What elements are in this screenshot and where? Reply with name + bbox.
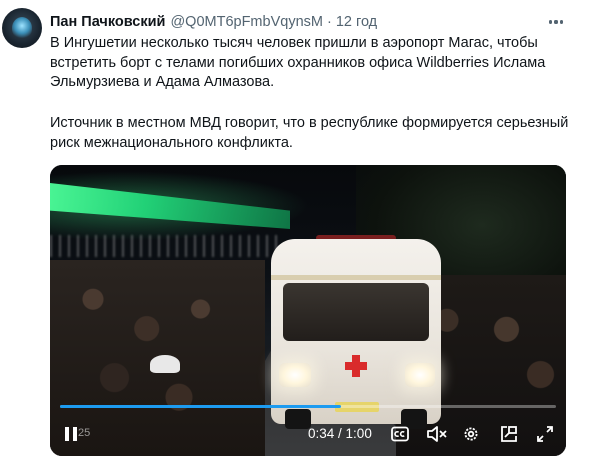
more-options-button[interactable] (545, 12, 567, 32)
fullscreen-icon (537, 426, 553, 442)
captions-button[interactable] (389, 419, 411, 449)
video-overlay-text: 25 (78, 427, 91, 439)
picture-in-picture-icon (501, 426, 517, 442)
tweet-text-paragraph-1: В Ингушетии несколько тысяч человек приш… (50, 35, 546, 90)
settings-button[interactable] (460, 419, 482, 449)
fullscreen-button[interactable] (534, 419, 556, 449)
mute-button[interactable] (424, 419, 450, 449)
video-player[interactable]: 25 0:34 / 1:00 (50, 165, 566, 456)
author-name[interactable]: Пан Пачковский (50, 14, 165, 30)
current-time: 0:34 (308, 426, 335, 441)
tweet-text-paragraph-2: Источник в местном МВД говорит, что в ре… (50, 115, 569, 151)
separator-dot: · (326, 14, 332, 30)
tweet: Пан Пачковский @Q0MT6pFmbVqynsM · 12 год… (0, 0, 594, 462)
avatar-image (12, 17, 32, 39)
author-handle[interactable]: @Q0MT6pFmbVqynsM (170, 14, 323, 30)
video-progress-bar[interactable] (60, 405, 556, 408)
video-progress-fill (60, 405, 342, 408)
video-frame (50, 165, 566, 456)
tweet-timestamp[interactable]: 12 год (336, 14, 377, 30)
gear-icon (464, 427, 478, 441)
tweet-header: Пан Пачковский @Q0MT6pFmbVqynsM · 12 год (50, 12, 377, 32)
avatar[interactable] (2, 8, 42, 48)
time-separator: / (334, 426, 346, 441)
pause-icon (65, 427, 77, 441)
muted-speaker-icon (427, 426, 447, 442)
more-horizontal-icon (549, 20, 553, 24)
video-controls: 25 0:34 / 1:00 (50, 419, 566, 449)
picture-in-picture-button[interactable] (498, 419, 520, 449)
video-time: 0:34 / 1:00 (308, 426, 372, 441)
closed-captions-icon (391, 426, 409, 442)
ambulance-van (271, 235, 441, 429)
duration: 1:00 (345, 426, 372, 441)
